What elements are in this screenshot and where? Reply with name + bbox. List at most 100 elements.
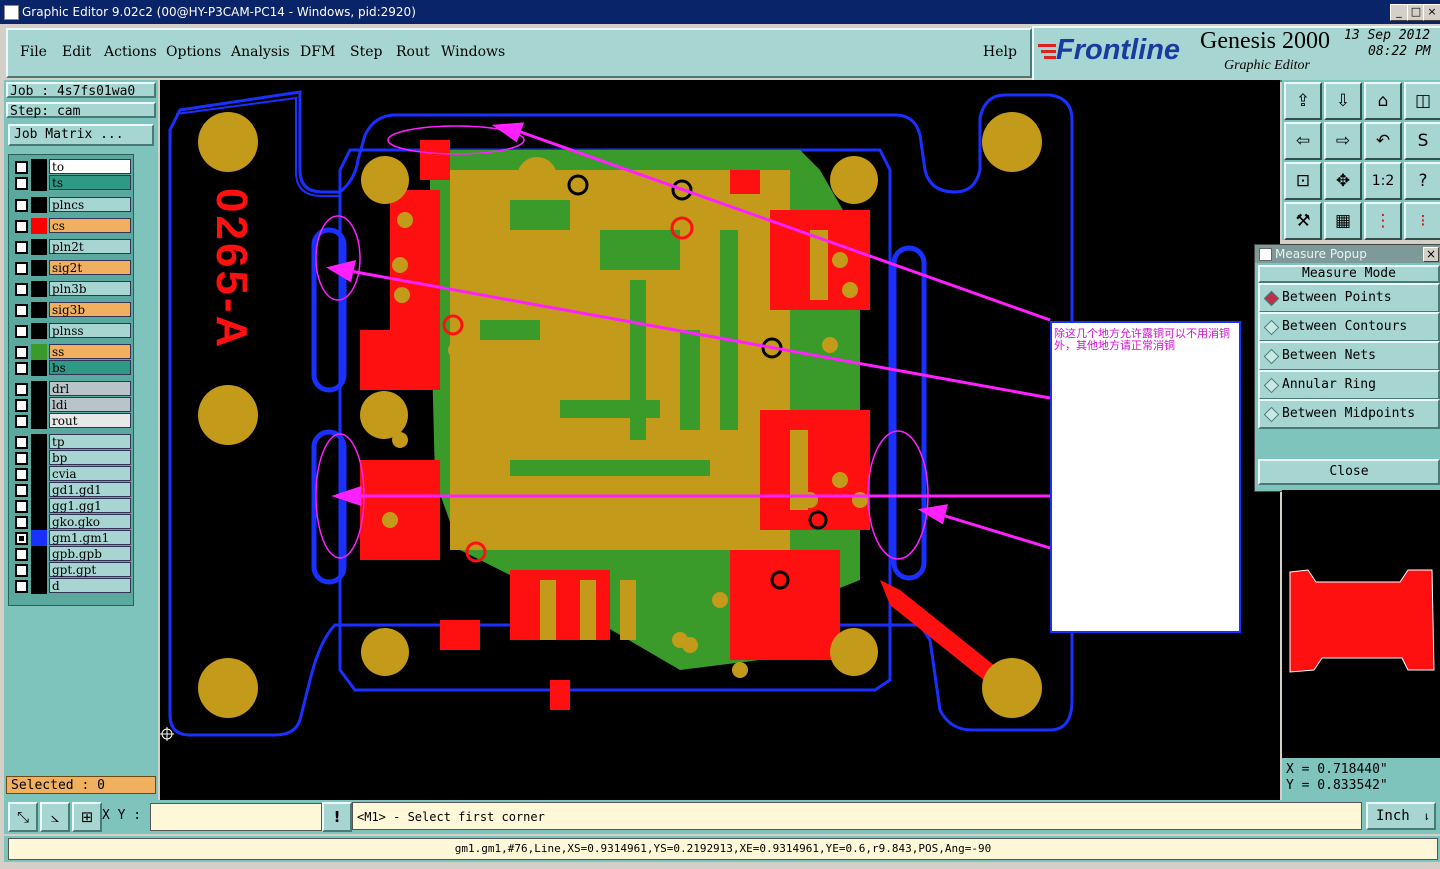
zoom-center-icon[interactable]: ✥: [1324, 162, 1362, 200]
menu-help[interactable]: Help: [983, 44, 1017, 60]
layer-name[interactable]: bs: [49, 360, 131, 375]
mode-between-midpoints[interactable]: Between Midpoints: [1258, 399, 1440, 429]
layer-checkbox[interactable]: [15, 199, 28, 212]
menu-dfm[interactable]: DFM: [300, 44, 335, 60]
layer-color-swatch[interactable]: [31, 514, 47, 530]
zoom-home-icon[interactable]: ⇪: [1284, 82, 1322, 120]
mode-between-contours[interactable]: Between Contours: [1258, 312, 1440, 342]
layer-name[interactable]: cvia: [49, 466, 131, 481]
xy-input[interactable]: [150, 803, 322, 831]
layer-color-swatch[interactable]: [31, 578, 47, 594]
undo-icon[interactable]: ↶: [1364, 122, 1402, 160]
popup-close-icon[interactable]: ×: [1423, 247, 1439, 262]
layer-checkbox[interactable]: [15, 436, 28, 449]
layer-checkbox[interactable]: [15, 220, 28, 233]
layer-color-swatch[interactable]: [31, 239, 47, 255]
layer-checkbox[interactable]: [15, 415, 28, 428]
layer-name[interactable]: ss: [49, 344, 131, 359]
layer-row[interactable]: pln3b: [13, 281, 133, 297]
layer-color-swatch[interactable]: [31, 498, 47, 514]
home-icon[interactable]: ⌂: [1364, 82, 1402, 120]
query-icon[interactable]: ?: [1404, 162, 1440, 200]
layer-checkbox[interactable]: [15, 452, 28, 465]
layer-checkbox[interactable]: [15, 580, 28, 593]
layer-name[interactable]: plncs: [49, 197, 131, 212]
menu-options[interactable]: Options: [166, 44, 221, 60]
units-selector[interactable]: Inch ⇂: [1366, 802, 1436, 830]
alert-icon[interactable]: !: [322, 802, 352, 832]
layer-checkbox[interactable]: [15, 262, 28, 275]
measure-close-button[interactable]: Close: [1258, 459, 1440, 485]
layer-checkbox[interactable]: [15, 548, 28, 561]
layer-name[interactable]: drl: [49, 381, 131, 396]
layer-checkbox[interactable]: [15, 161, 28, 174]
layer-row[interactable]: drl: [13, 381, 133, 397]
layer-row[interactable]: bs: [13, 360, 133, 376]
layer-name[interactable]: pln3b: [49, 281, 131, 296]
layer-checkbox[interactable]: [15, 325, 28, 338]
layer-name[interactable]: pln2t: [49, 239, 131, 254]
layer-name[interactable]: sig3b: [49, 302, 131, 317]
layer-row[interactable]: sig2t: [13, 260, 133, 276]
layer-name[interactable]: sig2t: [49, 260, 131, 275]
layer-row[interactable]: pln2t: [13, 239, 133, 255]
layer-name[interactable]: d: [49, 578, 131, 593]
layer-checkbox[interactable]: [15, 399, 28, 412]
zoom-down-icon[interactable]: ⇩: [1324, 82, 1362, 120]
layer-color-swatch[interactable]: [31, 302, 47, 318]
layer-name[interactable]: gd1.gd1: [49, 482, 131, 497]
menu-rout[interactable]: Rout: [396, 44, 430, 60]
menu-file[interactable]: File: [20, 44, 47, 60]
layer-checkbox[interactable]: [15, 516, 28, 529]
snap-icon[interactable]: S: [1404, 122, 1440, 160]
layer-checkbox[interactable]: [15, 468, 28, 481]
layer-row[interactable]: sig3b: [13, 302, 133, 318]
menu-step[interactable]: Step: [350, 44, 382, 60]
grid-icon[interactable]: ▦: [1324, 202, 1362, 240]
layer-name[interactable]: tp: [49, 434, 131, 449]
mode-annular-ring[interactable]: Annular Ring: [1258, 370, 1440, 400]
layer-row[interactable]: gko.gko: [13, 514, 133, 530]
snap-angle-icon[interactable]: ⦣: [40, 802, 70, 832]
layer-name[interactable]: to: [49, 159, 131, 174]
layer-color-swatch[interactable]: [31, 281, 47, 297]
grid-snap-icon[interactable]: ⊞: [72, 802, 102, 832]
layer-name[interactable]: gg1.gg1: [49, 498, 131, 513]
mode-between-points[interactable]: Between Points: [1258, 283, 1440, 313]
board-thumbnail[interactable]: [1282, 490, 1440, 690]
menu-analysis[interactable]: Analysis: [231, 44, 290, 60]
graphic-canvas[interactable]: 0265-A 除这几个地方允许露铜可以不用消铜外，其他地方请正常消铜: [160, 80, 1280, 800]
layer-name[interactable]: gpb.gpb: [49, 546, 131, 561]
layer-color-swatch[interactable]: [31, 530, 47, 546]
layer-color-swatch[interactable]: [31, 175, 47, 191]
layer-color-swatch[interactable]: [31, 159, 47, 175]
layer-color-swatch[interactable]: [31, 434, 47, 450]
menu-edit[interactable]: Edit: [62, 44, 91, 60]
layer-name[interactable]: ldi: [49, 397, 131, 412]
layer-checkbox[interactable]: [15, 346, 28, 359]
measure-tool-icon[interactable]: ⚒: [1284, 202, 1322, 240]
layer-checkbox[interactable]: [15, 532, 28, 545]
layer-row[interactable]: cs: [13, 218, 133, 234]
layer-color-swatch[interactable]: [31, 397, 47, 413]
snap-mode-icon[interactable]: ⤡: [8, 802, 38, 832]
layer-name[interactable]: plnss: [49, 323, 131, 338]
layer-color-swatch[interactable]: [31, 546, 47, 562]
layer-row[interactable]: d: [13, 578, 133, 594]
layer-row[interactable]: plnss: [13, 323, 133, 339]
layer-checkbox[interactable]: [15, 564, 28, 577]
layer-row[interactable]: gd1.gd1: [13, 482, 133, 498]
layer-row[interactable]: gpb.gpb: [13, 546, 133, 562]
layer-row[interactable]: tp: [13, 434, 133, 450]
layer-checkbox[interactable]: [15, 304, 28, 317]
pan-right-icon[interactable]: ⇨: [1324, 122, 1362, 160]
window-split-icon[interactable]: ◫: [1404, 82, 1440, 120]
layer-name[interactable]: bp: [49, 450, 131, 465]
layer-color-swatch[interactable]: [31, 466, 47, 482]
pcb-drawing[interactable]: 0265-A 除这几个地方允许露铜可以不用消铜外，其他地方请正常消铜: [160, 80, 1280, 800]
layer-color-swatch[interactable]: [31, 450, 47, 466]
layer-checkbox[interactable]: [15, 484, 28, 497]
menu-windows[interactable]: Windows: [441, 44, 505, 60]
layer-name[interactable]: ts: [49, 175, 131, 190]
layer-color-swatch[interactable]: [31, 413, 47, 429]
